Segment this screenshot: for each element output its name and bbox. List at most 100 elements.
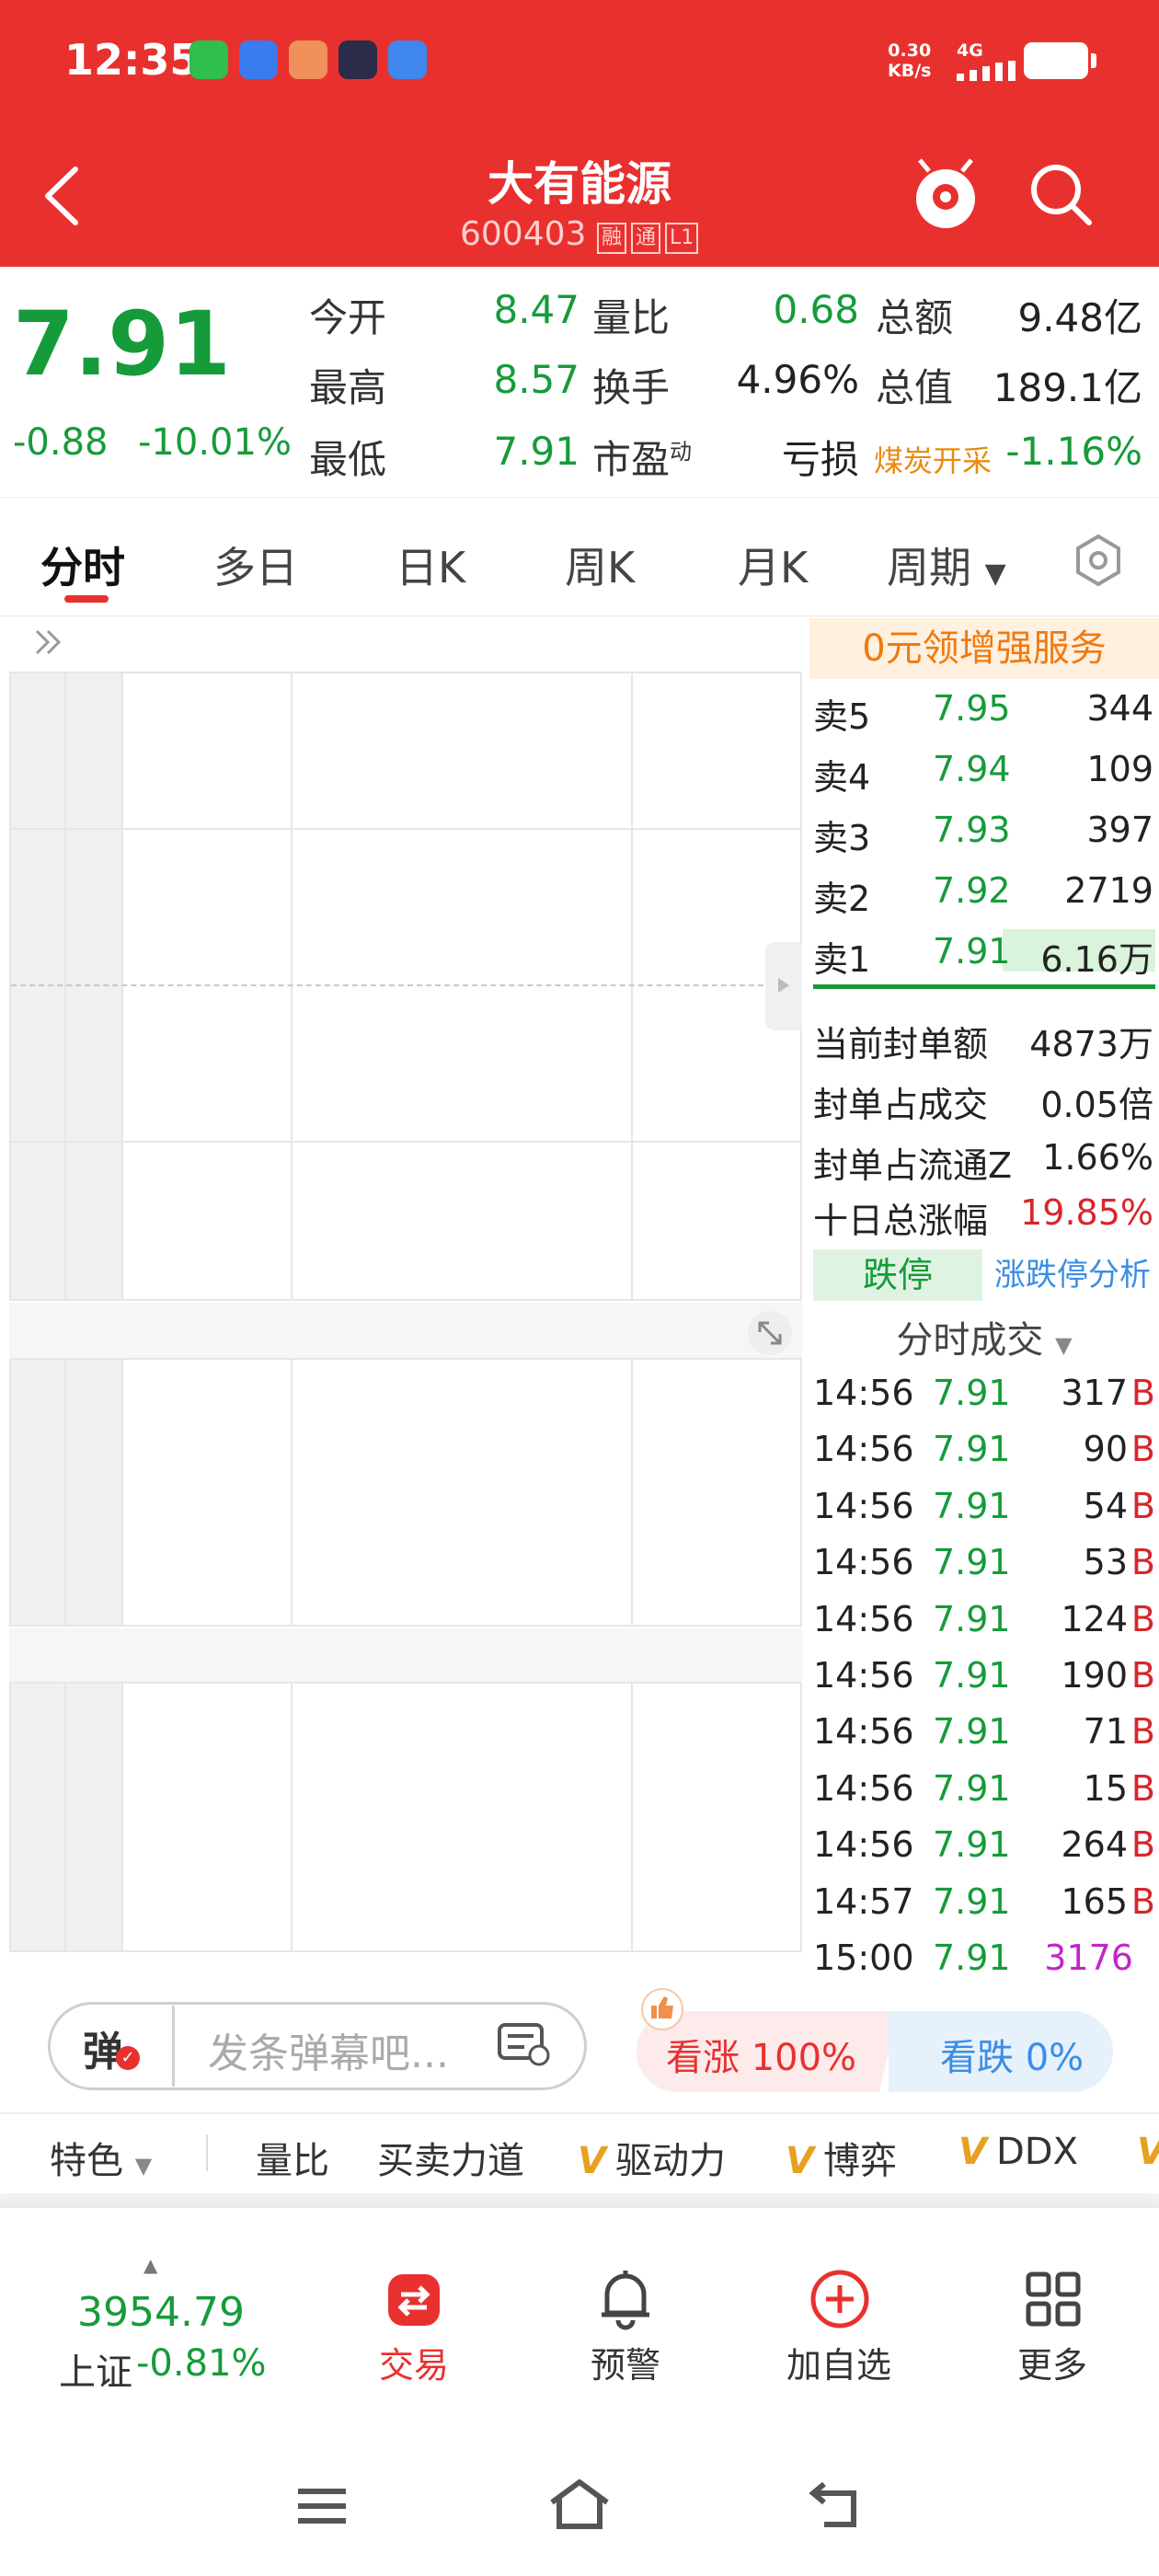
tick-side: B [1130, 1655, 1155, 1696]
vote-down-button[interactable]: 看跌 0% [889, 2011, 1113, 2092]
tick-side: B [1130, 1542, 1155, 1583]
tick-row: 14:56 7.91 317 B [809, 1365, 1159, 1420]
tick-row: 14:56 7.91 124 B [809, 1592, 1159, 1647]
tick-side: B [1130, 1485, 1155, 1526]
tick-row: 15:00 7.91 3176 [809, 1930, 1159, 1985]
net-speed-unit: KB/s [888, 61, 932, 81]
chevron-down-icon: ▼ [984, 558, 1006, 590]
stat-value: 189.1亿 [993, 365, 1142, 410]
seal-row: 十日总涨幅 19.85% [813, 1192, 1153, 1241]
cloud-icon [388, 40, 427, 79]
danmaku-input[interactable]: 发条弹幕吧... [208, 2020, 449, 2079]
add-circle-icon [810, 2270, 869, 2329]
mascot-icon[interactable] [911, 156, 981, 230]
wechat-icon [189, 40, 228, 79]
tick-row: 14:57 7.91 165 B [809, 1874, 1159, 1929]
divider [813, 984, 1155, 989]
tick-volume: 71 [1083, 1711, 1128, 1753]
search-icon[interactable] [1027, 160, 1096, 230]
period-tabs: 分时 多日 日K 周K 月K 周期 ▼ [0, 497, 1159, 616]
category-buy-sell-power[interactable]: 买卖力道 [377, 2131, 524, 2184]
tick-volume: 165 [1061, 1880, 1128, 1922]
industry-link[interactable]: 煤炭开采 [874, 438, 992, 480]
tab-period[interactable]: 周期 ▼ [887, 535, 1006, 595]
tick-time: 14:56 [813, 1485, 914, 1526]
volume-grid [9, 1358, 802, 1627]
seal-row: 当前封单额 4873万 [813, 1024, 1153, 1064]
seal-row: 封单占流通Z 1.66% [813, 1137, 1153, 1186]
promo-banner[interactable]: 0元领增强服务 [809, 618, 1159, 679]
tab-indicator [64, 595, 109, 603]
back-nav-icon[interactable] [806, 2478, 866, 2532]
index-change: -0.81% [136, 2342, 267, 2385]
stat-label: 总额 [876, 295, 954, 340]
last-price: 7.91 [13, 293, 231, 396]
thumbs-up-icon [641, 1988, 683, 2030]
seal-row: 封单占成交 0.05倍 [813, 1085, 1153, 1125]
tick-side: B [1130, 1767, 1155, 1809]
ask-row: 卖4 7.94 109 [813, 749, 1153, 798]
tab-daily-k[interactable]: 日K [396, 535, 465, 595]
expand-icon[interactable] [745, 1308, 795, 1358]
tick-volume: 124 [1061, 1598, 1128, 1639]
menu-icon[interactable] [294, 2484, 350, 2530]
play-icon [339, 40, 377, 79]
keyboard-icon[interactable] [497, 2022, 552, 2068]
vip-icon: V [958, 2131, 987, 2173]
stat-label: 最高 [309, 365, 387, 410]
home-icon[interactable] [546, 2477, 613, 2532]
tab-intraday[interactable]: 分时 [40, 535, 125, 595]
stock-code: 600403 [460, 215, 587, 253]
vip-icon: V [578, 2140, 606, 2182]
stat-label-pe: 市盈动 [592, 437, 693, 482]
page-title: 大有能源 [488, 157, 671, 211]
tick-time: 14:56 [813, 1598, 914, 1639]
tab-monthly-k[interactable]: 月K [738, 535, 808, 595]
tick-price: 7.91 [933, 1655, 1011, 1696]
tick-price: 7.91 [933, 1711, 1011, 1753]
net-speed-value: 0.30 [888, 40, 932, 61]
check-icon: ✓ [116, 2046, 140, 2070]
tick-time: 14:56 [813, 1655, 914, 1696]
limit-analysis-link[interactable]: 涨跌停分析 [986, 1249, 1159, 1301]
tick-volume: 3176 [1044, 1938, 1133, 1978]
double-chevron-icon[interactable] [31, 624, 68, 661]
prev-close-line [11, 984, 800, 986]
tick-row: 14:56 7.91 71 B [809, 1704, 1159, 1759]
baidu-icon [239, 40, 278, 79]
tick-price: 7.91 [933, 1938, 1011, 1978]
category-game[interactable]: V 博弈 [786, 2131, 897, 2184]
tick-price: 7.91 [933, 1373, 1011, 1413]
tick-volume: 190 [1061, 1655, 1128, 1696]
danmaku-toggle[interactable]: 弹 ✓ [52, 2006, 175, 2087]
indicator-grid [9, 1682, 802, 1952]
index-name: 上证 [59, 2352, 132, 2394]
index-ticker[interactable]: ▲ 3954.79 上证 -0.81% [28, 2254, 285, 2394]
price-change-pct: -10.01% [138, 421, 292, 464]
tab-multi-day[interactable]: 多日 [213, 535, 298, 595]
tick-row: 14:56 7.91 90 B [809, 1421, 1159, 1477]
caret-up-icon: ▲ [143, 2254, 158, 2276]
stat-value: 9.48亿 [1017, 295, 1142, 340]
tick-price: 7.91 [933, 1542, 1011, 1583]
stat-value: 4.96% [736, 357, 859, 402]
price-grid [9, 672, 802, 1301]
ticks-dropdown[interactable]: 分时成交 ▼ [809, 1310, 1159, 1362]
tab-weekly-k[interactable]: 周K [565, 535, 635, 595]
tick-price: 7.91 [933, 1598, 1011, 1639]
stat-value: 0.68 [773, 287, 859, 332]
industry-change: -1.16% [1005, 429, 1142, 474]
settings-icon[interactable] [1071, 533, 1126, 588]
grid-icon [1026, 2271, 1081, 2327]
tick-row: 14:56 7.91 15 B [809, 1761, 1159, 1816]
tag-level: L1 [665, 223, 699, 254]
tick-volume: 15 [1083, 1767, 1128, 1809]
tick-time: 14:56 [813, 1711, 914, 1753]
status-time: 12:35 [64, 35, 200, 85]
category-ddx[interactable]: V DDX [958, 2131, 1078, 2173]
category-featured[interactable]: 特色 ▼ [50, 2131, 152, 2184]
stat-label: 量比 [592, 295, 671, 340]
category-drive[interactable]: V 驱动力 [578, 2131, 726, 2184]
tick-side: B [1130, 1429, 1155, 1470]
category-volume-ratio[interactable]: 量比 [256, 2131, 329, 2184]
